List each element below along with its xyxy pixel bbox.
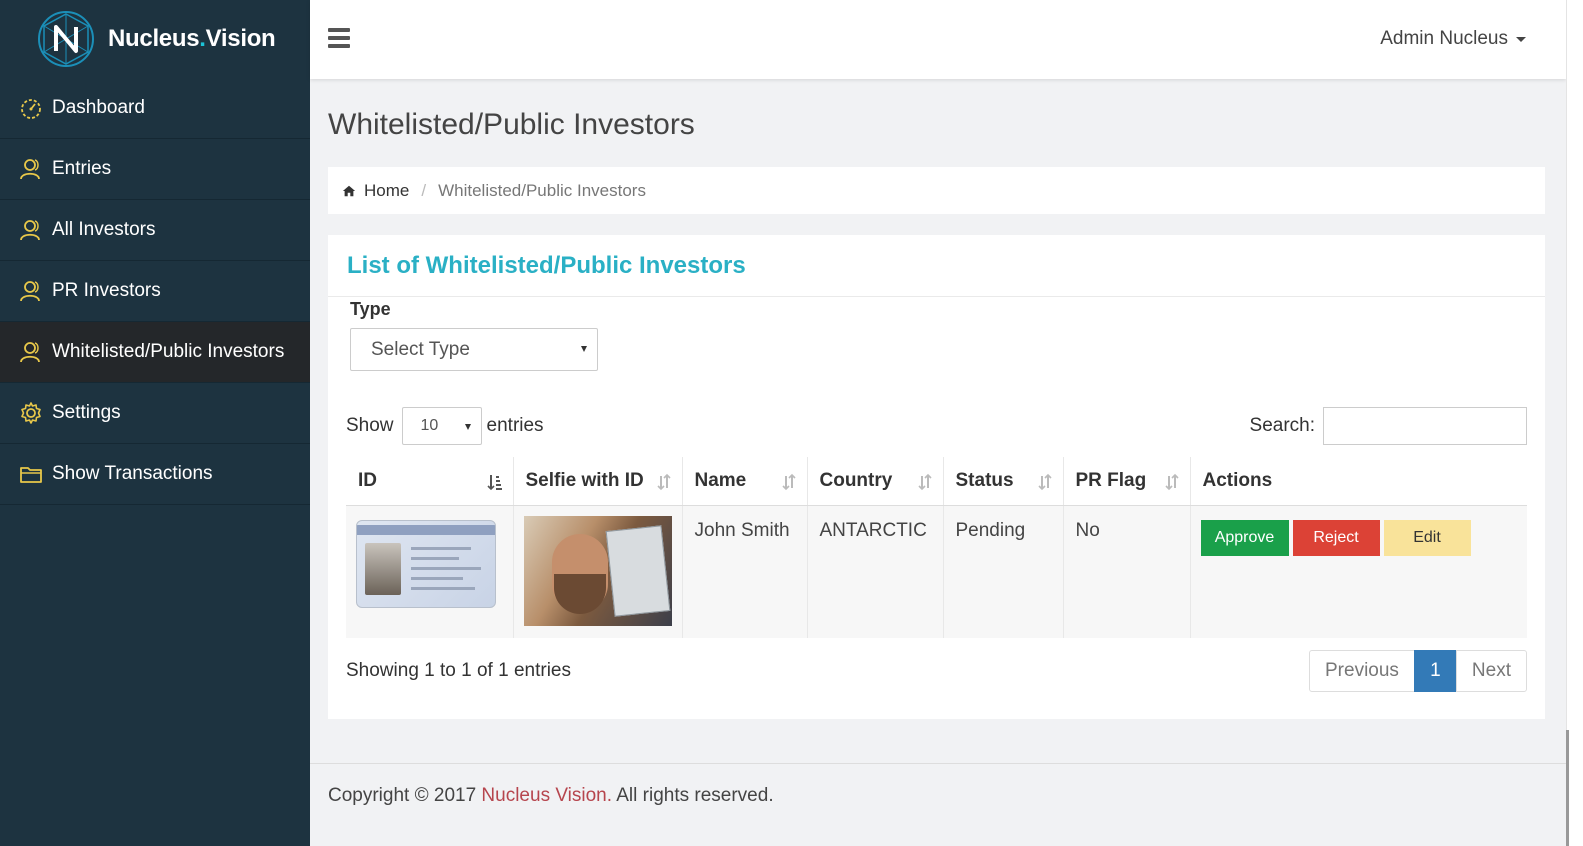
column-label: PR Flag [1075, 469, 1147, 491]
sidebar-item-label: Dashboard [52, 97, 145, 118]
column-header-actions: Actions [1190, 457, 1527, 506]
column-header-selfie[interactable]: Selfie with ID [513, 457, 683, 506]
sidebar-item-entries[interactable]: Entries [0, 139, 310, 200]
folder-icon [18, 461, 44, 487]
next-page-button[interactable]: Next [1455, 650, 1527, 692]
search-input[interactable] [1323, 407, 1527, 445]
dashboard-icon [18, 95, 44, 121]
sort-both-icon [781, 473, 796, 491]
sidebar-item-dashboard[interactable]: Dashboard [0, 78, 310, 139]
investors-panel: List of Whitelisted/Public Investors Typ… [328, 235, 1545, 719]
column-label: ID [358, 469, 377, 491]
column-label: Selfie with ID [525, 469, 644, 491]
edit-button[interactable]: Edit [1383, 519, 1471, 556]
sort-both-icon [656, 473, 671, 491]
page-length-control: Show 10 entries [346, 407, 544, 445]
nucleus-logo-icon [38, 11, 94, 67]
sidebar-item-label: Settings [52, 402, 121, 423]
footer-brand-link[interactable]: Nucleus Vision. [481, 785, 612, 806]
panel-header: List of Whitelisted/Public Investors [328, 235, 1545, 297]
sidebar-item-label: Show Transactions [52, 463, 213, 484]
brand[interactable]: Nucleus.Vision [0, 0, 310, 78]
users-icon [18, 156, 44, 182]
panel-title: List of Whitelisted/Public Investors [347, 251, 746, 279]
sidebar-item-all-investors[interactable]: All Investors [0, 200, 310, 261]
type-select-value: Select Type [371, 338, 470, 360]
scrollbar-thumb[interactable] [1566, 730, 1569, 846]
breadcrumb-home-link[interactable]: Home [364, 181, 409, 201]
users-icon [18, 339, 44, 365]
show-label: Show [346, 415, 394, 436]
caret-down-icon [1516, 36, 1526, 42]
menu-toggle-icon[interactable] [328, 28, 350, 50]
dropdown-arrow-icon [464, 424, 471, 430]
pr-flag-cell: No [1063, 505, 1191, 638]
sidebar-item-whitelisted-investors[interactable]: Whitelisted/Public Investors [0, 322, 310, 383]
pagination: Previous 1 Next [1309, 650, 1527, 692]
column-label: Country [819, 469, 893, 491]
gear-icon [18, 400, 44, 426]
footer: Copyright © 2017 Nucleus Vision. All rig… [310, 763, 1566, 846]
column-label: Name [694, 469, 747, 491]
users-icon [18, 217, 44, 243]
footer-suffix: All rights reserved. [612, 785, 774, 806]
breadcrumb-separator: / [421, 180, 427, 200]
id-document-thumbnail[interactable] [356, 519, 496, 608]
sort-ascending-icon [486, 475, 502, 491]
column-header-country[interactable]: Country [807, 457, 944, 506]
sort-both-icon [917, 473, 932, 491]
sidebar-item-label: PR Investors [52, 280, 161, 301]
column-header-name[interactable]: Name [682, 457, 808, 506]
type-filter-label: Type [350, 299, 391, 319]
name-cell: John Smith [682, 505, 808, 638]
page-length-value: 10 [420, 417, 439, 434]
sidebar-item-label: All Investors [52, 219, 156, 240]
sidebar-item-label: Whitelisted/Public Investors [52, 341, 285, 362]
selfie-thumbnail[interactable] [523, 515, 672, 626]
investors-table: ID Selfie with ID Name Country Status PR… [346, 457, 1527, 638]
scrollbar-track[interactable] [1566, 0, 1583, 846]
column-header-id[interactable]: ID [346, 457, 514, 506]
table-search: Search: [1250, 407, 1527, 445]
table-row: John Smith ANTARCTIC Pending No Approve R… [346, 505, 1527, 638]
column-header-pr-flag[interactable]: PR Flag [1063, 457, 1191, 506]
sidebar: Nucleus.Vision Dashboard Entries All Inv… [0, 0, 310, 846]
brand-name: Nucleus.Vision [108, 25, 276, 52]
breadcrumb-current: Whitelisted/Public Investors [438, 180, 646, 200]
users-icon [18, 278, 44, 304]
sidebar-nav: Dashboard Entries All Investors PR Inves… [0, 78, 310, 505]
top-bar: Admin Nucleus [310, 0, 1566, 79]
type-filter-select[interactable]: Select Type [350, 328, 598, 371]
previous-page-button[interactable]: Previous [1309, 650, 1415, 692]
sidebar-item-settings[interactable]: Settings [0, 383, 310, 444]
page-button-1[interactable]: 1 [1413, 650, 1457, 692]
dropdown-arrow-icon [581, 346, 587, 352]
reject-button[interactable]: Reject [1292, 519, 1380, 556]
page-title: Whitelisted/Public Investors [328, 108, 695, 141]
breadcrumb: Home / Whitelisted/Public Investors [328, 167, 1545, 214]
id-image-cell [346, 505, 514, 638]
column-label: Status [955, 469, 1014, 491]
sort-both-icon [1037, 473, 1052, 491]
sort-both-icon [1164, 473, 1179, 491]
sidebar-item-pr-investors[interactable]: PR Investors [0, 261, 310, 322]
search-label: Search: [1249, 415, 1315, 436]
sidebar-item-label: Entries [52, 158, 112, 179]
user-name: Admin Nucleus [1380, 28, 1508, 49]
selfie-image-cell [513, 505, 683, 638]
user-menu[interactable]: Admin Nucleus [1380, 28, 1526, 50]
footer-prefix: Copyright © 2017 [328, 785, 482, 806]
table-info: Showing 1 to 1 of 1 entries [346, 660, 571, 681]
column-label: Actions [1202, 469, 1273, 491]
country-cell: ANTARCTIC [807, 505, 944, 638]
approve-button[interactable]: Approve [1200, 519, 1289, 556]
home-icon [342, 185, 356, 196]
page-length-select[interactable]: 10 [401, 407, 482, 445]
status-cell: Pending [943, 505, 1064, 638]
column-header-status[interactable]: Status [943, 457, 1064, 506]
actions-cell: Approve Reject Edit [1190, 505, 1527, 638]
sidebar-item-show-transactions[interactable]: Show Transactions [0, 444, 310, 505]
entries-label: entries [486, 415, 544, 436]
table-header-row: ID Selfie with ID Name Country Status PR… [346, 457, 1527, 506]
